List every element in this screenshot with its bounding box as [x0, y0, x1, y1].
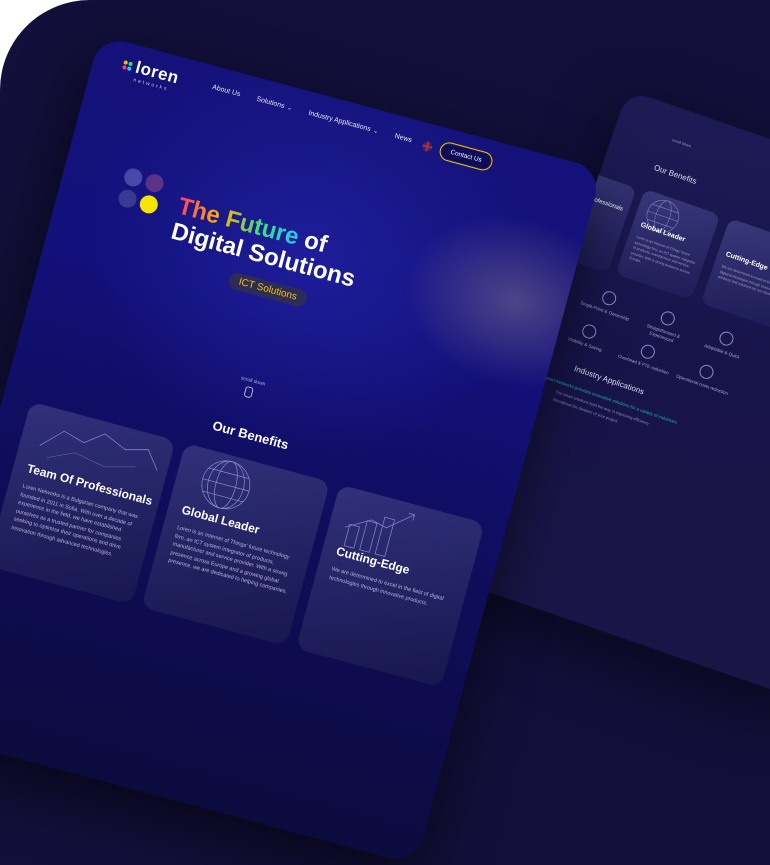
uk-flag-icon[interactable] — [421, 140, 434, 153]
nav-item-about[interactable]: About Us — [211, 84, 241, 98]
benefit-card-text: Loren is an Internet of Things' future t… — [167, 524, 291, 596]
lock-icon — [638, 342, 657, 361]
chevron-down-icon: ⌄ — [372, 128, 379, 136]
main-nav: About Us Solutions⌄ Industry Application… — [211, 84, 412, 144]
showcase-stage: scroll down Our Benefits ofessionals Glo… — [0, 0, 770, 865]
back-card-left-label: ofessionals — [593, 197, 624, 213]
hero-title: The Future of Digital Solutions — [168, 193, 365, 294]
feature-single-point: Single-Point & Ownership — [575, 282, 640, 325]
back-card-global-leader: Global Leader Loren is an Internet of Th… — [615, 188, 721, 300]
feature-operational-costs: Operational costs reduction — [672, 356, 737, 399]
main-page-mockup: loren networks About Us Solutions⌄ Indus… — [0, 35, 603, 865]
coins-icon — [697, 363, 716, 381]
back-benefits-title: Our Benefits — [652, 163, 698, 186]
benefits-title: Our Benefits — [210, 417, 291, 453]
eye-icon — [580, 322, 599, 341]
feature-visibility: Visibility & Saving — [555, 315, 620, 358]
experience-icon — [658, 309, 677, 328]
adaptable-icon — [717, 329, 736, 348]
nav-item-industry[interactable]: Industry Applications⌄ — [308, 110, 380, 135]
scroll-down-label: scroll down — [240, 375, 266, 388]
nav-item-news[interactable]: News — [394, 133, 413, 144]
benefit-card-global-leader: Global Leader Loren is an Internet of Th… — [141, 442, 331, 647]
ownership-icon — [600, 289, 619, 308]
logo-mark-icon — [121, 60, 134, 72]
nav-item-solutions[interactable]: Solutions⌄ — [256, 96, 293, 112]
mouse-scroll-icon[interactable] — [243, 385, 254, 399]
contact-us-button[interactable]: Contact Us — [437, 140, 495, 173]
back-scroll-label: scroll down — [671, 137, 692, 149]
benefit-card-cutting-edge: Cutting-Edge We are determined to excel … — [295, 484, 485, 688]
chevron-down-icon: ⌄ — [286, 105, 293, 113]
globe-illustration — [646, 199, 680, 233]
feature-adaptable: Adaptable & Quick — [692, 322, 757, 365]
